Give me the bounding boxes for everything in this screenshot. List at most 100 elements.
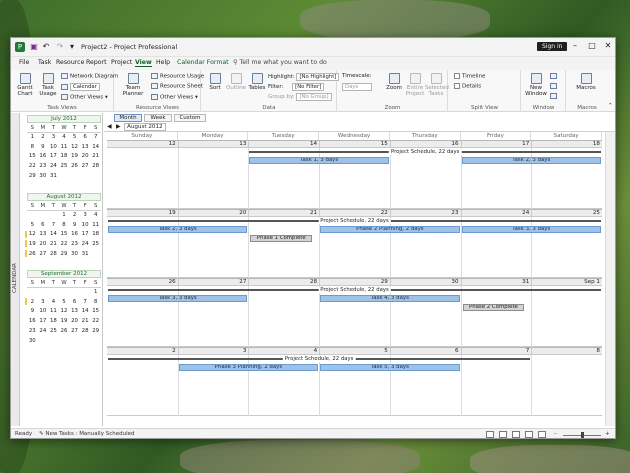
- mini-calendar-day[interactable]: 24: [38, 326, 49, 336]
- tables-button[interactable]: Tables: [246, 73, 268, 91]
- date-number[interactable]: 25: [531, 210, 602, 217]
- task-bar[interactable]: Task 5, 3 days: [320, 364, 460, 371]
- menu-project[interactable]: Project: [111, 59, 132, 66]
- date-number[interactable]: 2: [107, 348, 178, 355]
- mini-calendar-day[interactable]: 11: [59, 142, 70, 152]
- task-bar[interactable]: Phase 2 Planning, 2 days: [320, 226, 460, 233]
- mini-calendar-day[interactable]: 9: [27, 307, 38, 317]
- sort-button[interactable]: Sort: [204, 73, 226, 91]
- report-shortcut-icon[interactable]: [538, 431, 546, 438]
- date-number[interactable]: 7: [460, 348, 532, 355]
- mini-calendar-day[interactable]: 9: [38, 142, 49, 152]
- switch-windows-button[interactable]: [550, 83, 559, 90]
- task-usage-button[interactable]: Task Usage: [37, 73, 59, 97]
- timescale-select[interactable]: Days: [342, 83, 372, 91]
- menu-resource[interactable]: Resource: [56, 59, 84, 66]
- zoom-in-icon[interactable]: +: [605, 431, 610, 437]
- mini-calendar-day[interactable]: 10: [80, 220, 91, 230]
- date-number[interactable]: 20: [177, 210, 249, 217]
- mini-calendar-day[interactable]: 24: [80, 239, 91, 249]
- task-bar[interactable]: Task 3, 3 days: [108, 295, 248, 302]
- task-bar[interactable]: Task 3, 3 days: [461, 226, 601, 233]
- mini-calendar-day[interactable]: 16: [38, 152, 49, 162]
- date-number[interactable]: 13: [177, 141, 249, 148]
- group-by-select[interactable]: [No Group]: [296, 93, 332, 101]
- calendar-view-select[interactable]: Calendar: [70, 83, 100, 91]
- mini-calendar-day[interactable]: 25: [90, 239, 101, 249]
- date-number[interactable]: 12: [107, 141, 178, 148]
- task-bar[interactable]: Phase 3 Planning, 2 days: [178, 364, 319, 371]
- team-planner-shortcut-icon[interactable]: [512, 431, 520, 438]
- mini-calendar-day[interactable]: 12: [69, 142, 80, 152]
- close-button[interactable]: ✕: [602, 41, 614, 50]
- menu-calendar-format[interactable]: Calendar Format: [177, 59, 229, 66]
- date-number[interactable]: 4: [248, 348, 319, 355]
- mini-calendar-day[interactable]: 13: [38, 230, 49, 240]
- task-bar[interactable]: Task 2, 3 days: [108, 226, 248, 233]
- new-tasks-mode[interactable]: ✎ New Tasks : Manually Scheduled: [39, 431, 134, 437]
- mini-calendar-day[interactable]: 23: [69, 239, 80, 249]
- date-number[interactable]: 15: [319, 141, 390, 148]
- mini-calendar-day[interactable]: 10: [48, 142, 59, 152]
- arrange-button[interactable]: [550, 73, 559, 80]
- mini-calendar-day[interactable]: 23: [38, 161, 49, 171]
- mini-calendar-day[interactable]: 29: [90, 326, 101, 336]
- date-number[interactable]: 27: [177, 279, 249, 286]
- mini-calendar-day[interactable]: 28: [90, 161, 101, 171]
- mini-calendar-day[interactable]: 11: [48, 307, 59, 317]
- resource-usage-button[interactable]: Resource Usage: [151, 73, 204, 80]
- resource-sheet-shortcut-icon[interactable]: [525, 431, 533, 438]
- mini-calendar-day[interactable]: 7: [90, 132, 101, 142]
- vertical-scrollbar[interactable]: [605, 132, 615, 426]
- mini-calendar-day[interactable]: 17: [48, 152, 59, 162]
- mini-calendar-day[interactable]: 14: [48, 230, 59, 240]
- project-summary-bar[interactable]: Project Schedule, 22 days: [108, 218, 601, 225]
- mini-calendar-day[interactable]: 20: [38, 239, 49, 249]
- mini-calendar-day[interactable]: 27: [38, 249, 49, 259]
- mini-calendar-day[interactable]: 22: [90, 316, 101, 326]
- timeline-checkbox[interactable]: Timeline: [454, 73, 485, 80]
- mini-calendar-day[interactable]: 14: [90, 142, 101, 152]
- collapse-ribbon-icon[interactable]: ⌃: [608, 103, 613, 109]
- milestone-bar[interactable]: Phase 1 Complete: [250, 235, 313, 242]
- hide-window-button[interactable]: [550, 93, 559, 100]
- zoom-slider-thumb[interactable]: [581, 432, 584, 438]
- mini-calendar-day[interactable]: 18: [59, 152, 70, 162]
- outline-button[interactable]: Outline: [225, 73, 247, 91]
- selected-tasks-button[interactable]: Selected Tasks: [425, 73, 449, 97]
- task-bar[interactable]: Task 1, 3 days: [249, 157, 389, 164]
- date-number[interactable]: 14: [248, 141, 319, 148]
- mini-calendar-day[interactable]: 5: [27, 220, 38, 230]
- menu-report[interactable]: Report: [86, 59, 107, 66]
- date-number[interactable]: 31: [460, 279, 532, 286]
- new-window-button[interactable]: New Window: [524, 73, 548, 97]
- mini-calendar-day[interactable]: 6: [38, 220, 49, 230]
- mini-calendar-day[interactable]: 20: [69, 316, 80, 326]
- date-number[interactable]: 23: [389, 210, 461, 217]
- date-number[interactable]: 26: [107, 279, 178, 286]
- task-bar[interactable]: Task 2, 3 days: [461, 157, 601, 164]
- date-number[interactable]: 19: [107, 210, 178, 217]
- mini-calendar-day[interactable]: 4: [59, 132, 70, 142]
- previous-month-icon[interactable]: ◀: [107, 123, 112, 130]
- mini-calendar-day[interactable]: 19: [25, 239, 38, 249]
- mini-calendar-day[interactable]: 17: [38, 316, 49, 326]
- mini-calendar-day[interactable]: 15: [27, 152, 38, 162]
- mini-calendar-day[interactable]: 30: [69, 249, 80, 259]
- mini-calendar-day[interactable]: 21: [90, 152, 101, 162]
- next-month-icon[interactable]: ▶: [116, 123, 121, 130]
- mini-calendar-day[interactable]: 16: [27, 316, 38, 326]
- mini-calendar-day[interactable]: 3: [38, 297, 49, 307]
- mini-calendar-day[interactable]: 4: [90, 210, 101, 220]
- mini-calendar-day[interactable]: 8: [90, 297, 101, 307]
- mini-calendar-day[interactable]: 27: [80, 161, 91, 171]
- mini-calendar-day[interactable]: 5: [69, 132, 80, 142]
- mini-calendar-day[interactable]: 30: [27, 336, 38, 346]
- mini-calendar-day[interactable]: 6: [80, 132, 91, 142]
- mini-calendar-day[interactable]: 8: [27, 142, 38, 152]
- mini-calendar-day[interactable]: 26: [69, 161, 80, 171]
- mini-calendar-day[interactable]: 3: [48, 132, 59, 142]
- mini-calendar-day[interactable]: 8: [59, 220, 70, 230]
- tab-month[interactable]: Month: [114, 114, 142, 122]
- mini-calendar-day[interactable]: 18: [90, 230, 101, 240]
